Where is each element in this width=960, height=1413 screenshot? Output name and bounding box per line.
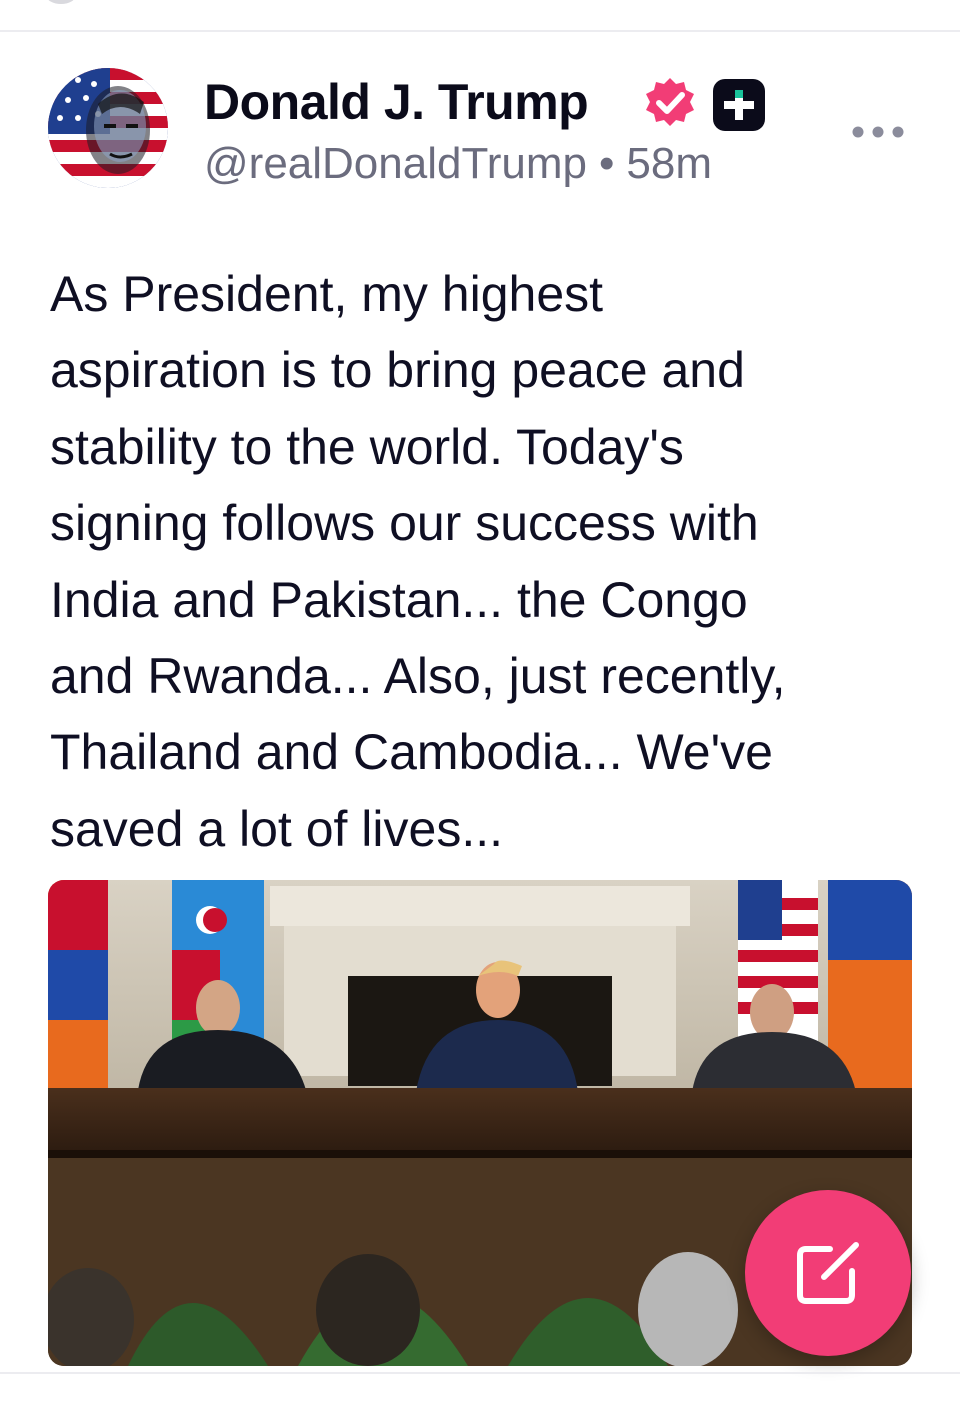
post: Donald J. Trump @realDonaldTrump • 58m As … bbox=[0, 32, 960, 1372]
previous-post-avatar-edge bbox=[46, 0, 76, 4]
post-text: As President, my highest aspiration is t… bbox=[50, 266, 786, 857]
verified-badge-icon bbox=[646, 78, 694, 126]
post-timestamp[interactable]: 58m bbox=[626, 139, 712, 188]
more-options-icon[interactable] bbox=[846, 116, 910, 148]
author-handle[interactable]: @realDonaldTrump bbox=[204, 139, 587, 188]
plus-badge-icon bbox=[713, 79, 765, 131]
bottom-divider bbox=[0, 1372, 960, 1374]
compose-button[interactable] bbox=[745, 1190, 911, 1356]
page: Donald J. Trump @realDonaldTrump • 58m As … bbox=[0, 0, 960, 1413]
author-avatar[interactable] bbox=[48, 68, 168, 188]
compose-icon bbox=[797, 1242, 859, 1304]
post-meta: @realDonaldTrump • 58m bbox=[204, 138, 712, 190]
author-name[interactable]: Donald J. Trump bbox=[204, 74, 589, 130]
meta-separator: • bbox=[598, 139, 615, 188]
